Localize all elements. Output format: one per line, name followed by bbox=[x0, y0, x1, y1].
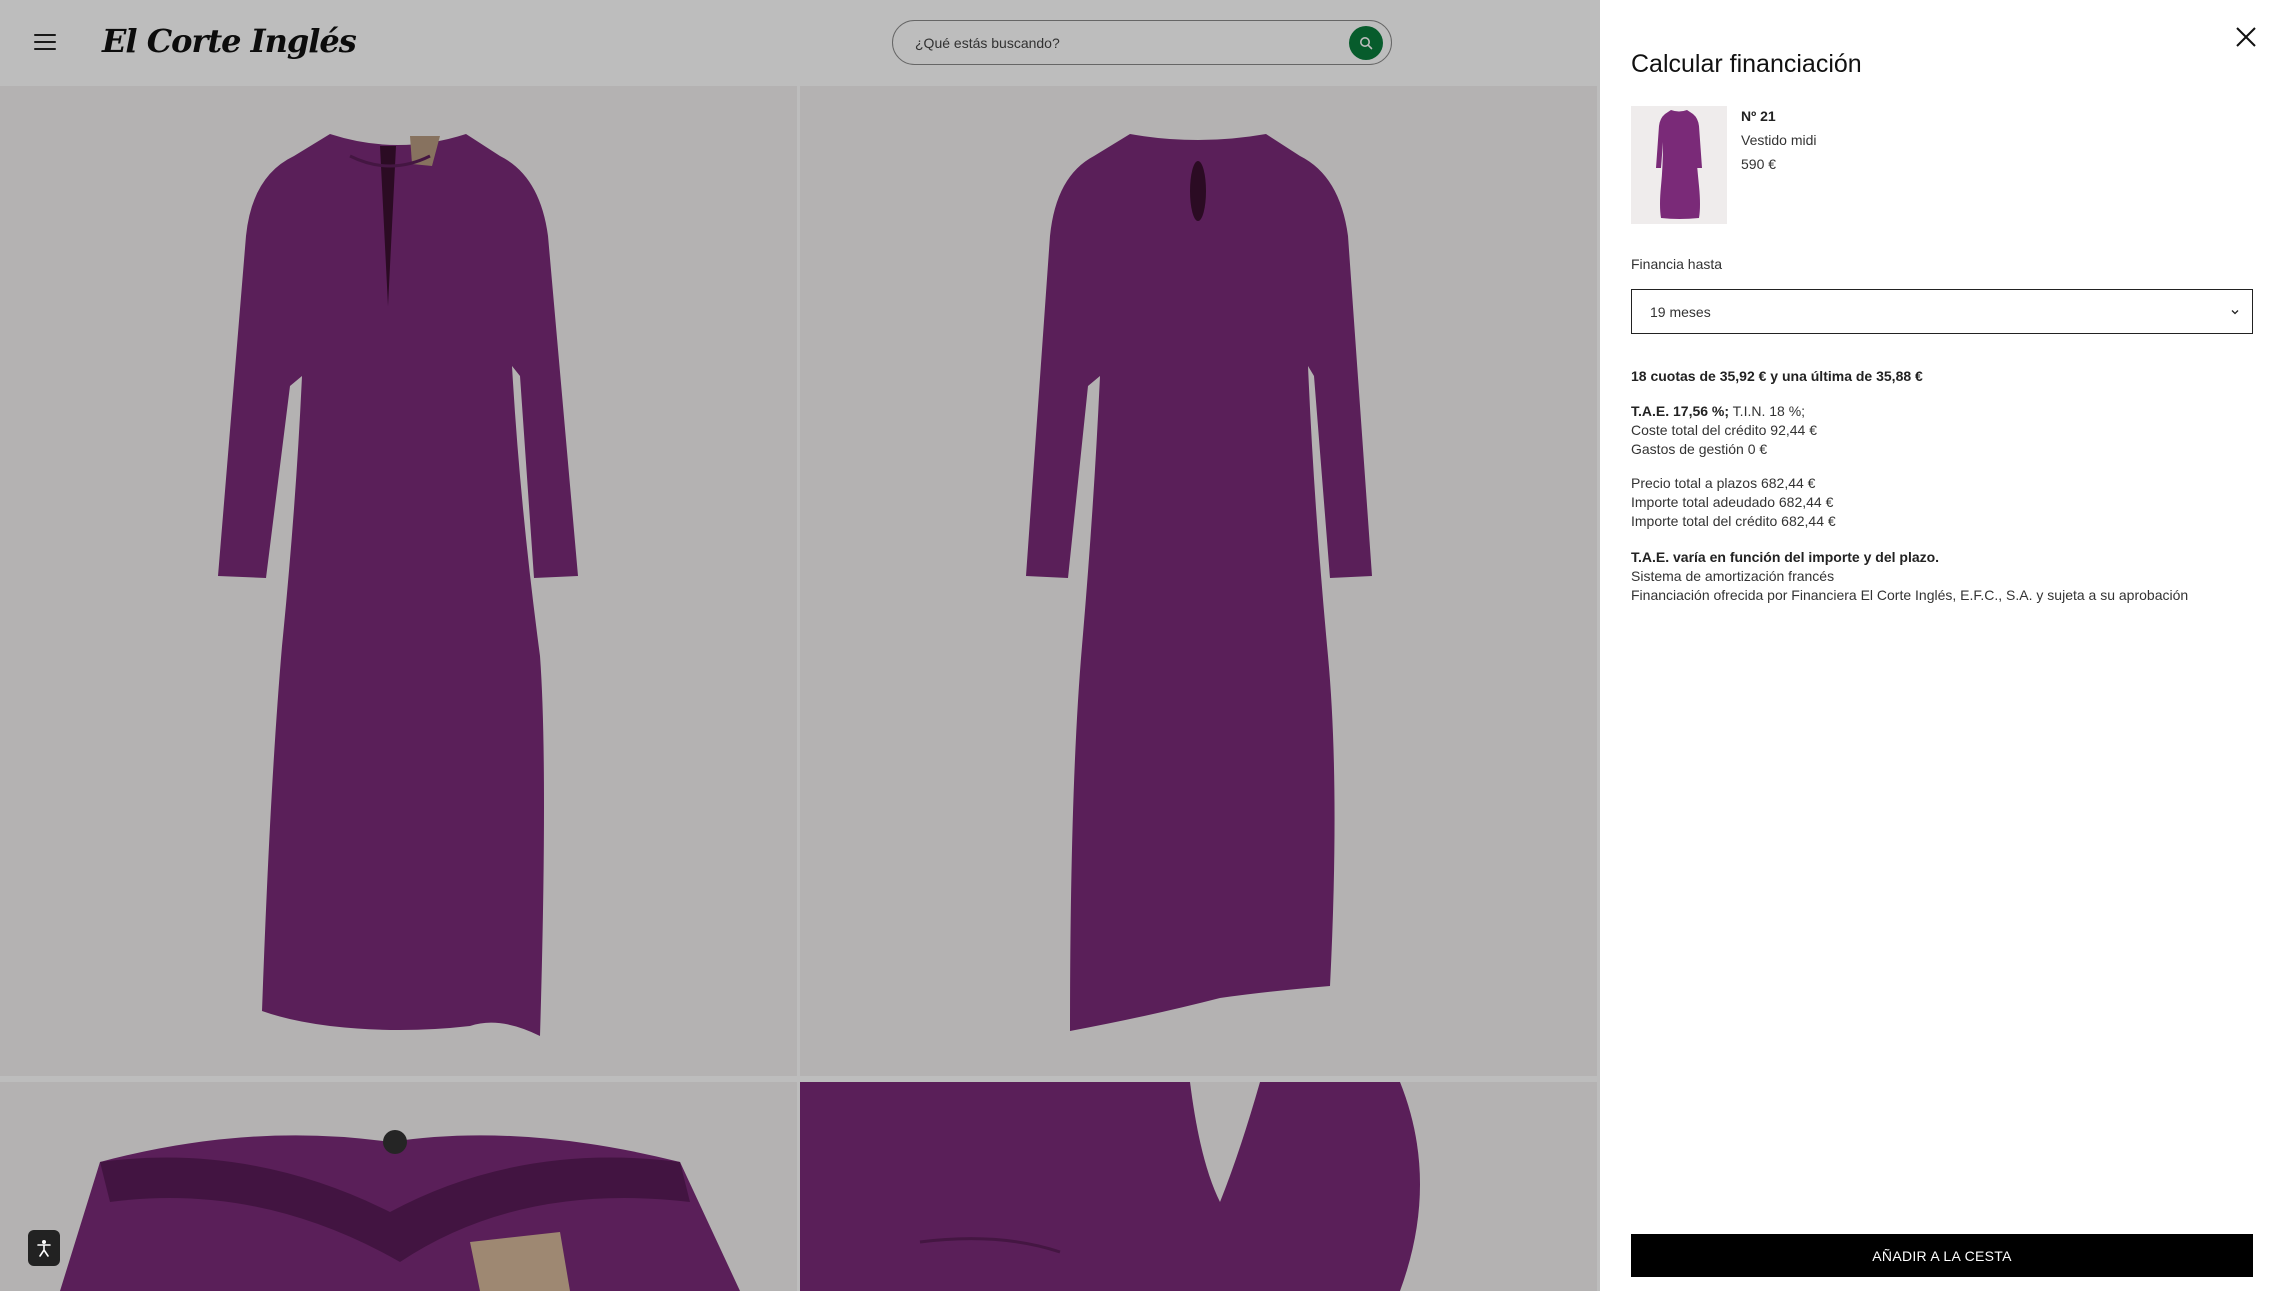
product-name: Vestido midi bbox=[1741, 132, 1817, 148]
drawer-title: Calcular financiación bbox=[1631, 50, 1862, 78]
tae-label: T.A.E. 17,56 %; bbox=[1631, 403, 1730, 419]
add-to-cart-button[interactable]: AÑADIR A LA CESTA bbox=[1631, 1234, 2253, 1277]
total-credit-amount: Importe total del crédito 682,44 € bbox=[1631, 513, 1836, 529]
page: El Corte Inglés ¿Qué estás buscando? Cal… bbox=[0, 0, 2281, 1291]
product-brand: Nº 21 bbox=[1741, 108, 1776, 124]
rates-line: T.A.E. 17,56 %; T.I.N. 18 %; bbox=[1631, 402, 1817, 421]
total-price-installments: Precio total a plazos 682,44 € bbox=[1631, 475, 1816, 491]
total-credit-cost: Coste total del crédito 92,44 € bbox=[1631, 422, 1818, 438]
tin-label: T.I.N. 18 %; bbox=[1729, 403, 1806, 419]
installments-summary: 18 cuotas de 35,92 € y una última de 35,… bbox=[1631, 368, 1923, 384]
product-price: 590 € bbox=[1741, 156, 1777, 172]
amortization-note: Sistema de amortización francés bbox=[1631, 568, 1835, 584]
conditions-block: T.A.E. varía en función del importe y de… bbox=[1631, 548, 2188, 605]
financing-label: Financia hasta bbox=[1631, 256, 1723, 272]
management-fees: Gastos de gestión 0 € bbox=[1631, 441, 1768, 457]
dress-thumbnail-illustration bbox=[1631, 106, 1727, 224]
financing-drawer: Calcular financiación Nº 21 Vestido midi… bbox=[1600, 0, 2281, 1291]
accessibility-button[interactable] bbox=[28, 1230, 60, 1266]
accessibility-icon bbox=[37, 1240, 51, 1257]
tae-note: T.A.E. varía en función del importe y de… bbox=[1631, 549, 1940, 565]
modal-backdrop[interactable] bbox=[0, 0, 1600, 1291]
term-select[interactable]: 19 meses bbox=[1631, 289, 2253, 334]
term-select-value: 19 meses bbox=[1650, 304, 1711, 320]
total-amount-owed: Importe total adeudado 682,44 € bbox=[1631, 494, 1834, 510]
close-icon[interactable] bbox=[2235, 26, 2257, 48]
totals-block: Precio total a plazos 682,44 € Importe t… bbox=[1631, 474, 1836, 531]
chevron-down-icon bbox=[2231, 310, 2239, 315]
provider-note: Financiación ofrecida por Financiera El … bbox=[1631, 587, 2189, 603]
product-thumbnail bbox=[1631, 106, 1727, 224]
rates-block: T.A.E. 17,56 %; T.I.N. 18 %; Coste total… bbox=[1631, 402, 1817, 459]
